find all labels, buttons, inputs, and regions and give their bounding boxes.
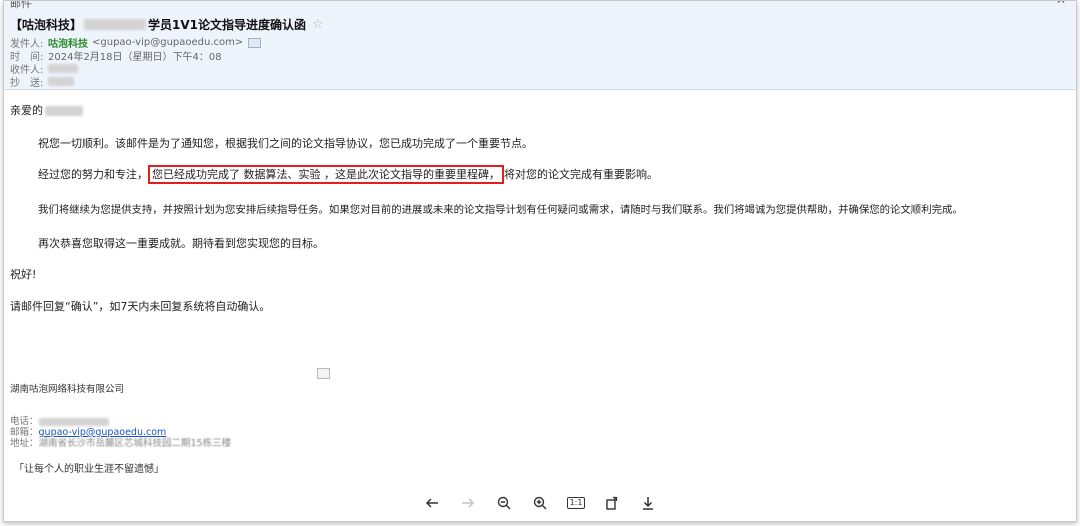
actual-size-label: 1:1: [566, 497, 586, 509]
rotate-icon[interactable]: [599, 490, 625, 516]
paragraph-2-start: 经过您的努力和专注，: [38, 168, 148, 181]
email-header: 邮件 ✕ 【咕泡科技】 学员1V1论文指导进度确认函 ☆ 发件人: 咕泡科技 <…: [4, 1, 1076, 90]
paragraph-3: 我们将继续为您提供支持，并按照计划为您安排后续指导任务。如果您对目前的进展或未来…: [38, 204, 963, 216]
email-body: 亲爱的 祝您一切顺利。该邮件是为了通知您，根据我们之间的论文指导协议，您已成功完…: [4, 90, 1076, 482]
email-subject: 【咕泡科技】 学员1V1论文指导进度确认函 ☆: [10, 15, 324, 33]
signature-address: 地址：湖南省长沙市岳麓区芯城科技园二期15栋三楼: [10, 435, 231, 449]
address-value: 湖南省长沙市岳麓区芯城科技园二期15栋三楼: [38, 438, 232, 449]
subject-prefix: 【咕泡科技】: [10, 17, 83, 32]
highlighted-milestone: 您已经成功完成了 数据算法、实验 ，这是此次论文指导的重要里程碑，: [148, 165, 504, 184]
greeting-line: 亲爱的: [10, 102, 83, 118]
redacted-recipient: [48, 64, 78, 73]
redacted-greeting-name: [45, 106, 83, 116]
next-arrow-icon[interactable]: [455, 490, 481, 516]
redacted-cc: [48, 77, 74, 86]
redacted-student-name: [84, 18, 147, 30]
signature-slogan: 「让每个人的职业生涯不留遗憾」: [14, 464, 164, 475]
signature-company: 湖南咕泡网络科技有限公司: [10, 384, 125, 395]
closing: 祝好!: [10, 268, 37, 281]
paragraph-1: 祝您一切顺利。该邮件是为了通知您，根据我们之间的论文指导协议，您已成功完成了一个…: [38, 137, 533, 150]
download-icon[interactable]: [635, 490, 661, 516]
window-title: 邮件: [10, 0, 32, 10]
sender-email[interactable]: <gupao-vip@gupaoedu.com>: [92, 37, 243, 48]
viewer-toolbar: 1:1: [4, 485, 1076, 521]
cc-row: 抄 送:: [10, 74, 74, 89]
greeting: 亲爱的: [10, 104, 43, 117]
cc-label: 抄 送:: [10, 78, 44, 89]
email-preview-window: 邮件 ✕ 【咕泡科技】 学员1V1论文指导进度确认函 ☆ 发件人: 咕泡科技 <…: [3, 0, 1077, 522]
contact-card-icon[interactable]: [248, 37, 262, 48]
broken-image-icon: [317, 368, 330, 379]
paragraph-2: 经过您的努力和专注， 您已经成功完成了 数据算法、实验 ，这是此次论文指导的重要里…: [38, 165, 658, 184]
star-icon[interactable]: ☆: [312, 17, 324, 32]
reply-note: 请邮件回复“确认”，如7天内未回复系统将自动确认。: [10, 300, 271, 313]
paragraph-4: 再次恭喜您取得这一重要成就。期待看到您实现您的目标。: [38, 237, 324, 250]
zoom-in-icon[interactable]: [527, 490, 553, 516]
paragraph-2-end: 将对您的论文完成有重要影响。: [504, 168, 658, 181]
address-label: 地址：: [10, 438, 39, 449]
zoom-out-icon[interactable]: [491, 490, 517, 516]
actual-size-icon[interactable]: 1:1: [563, 490, 589, 516]
subject-text: 学员1V1论文指导进度确认函: [148, 17, 307, 32]
close-icon[interactable]: ✕: [1056, 1, 1066, 7]
previous-arrow-icon[interactable]: [419, 490, 445, 516]
